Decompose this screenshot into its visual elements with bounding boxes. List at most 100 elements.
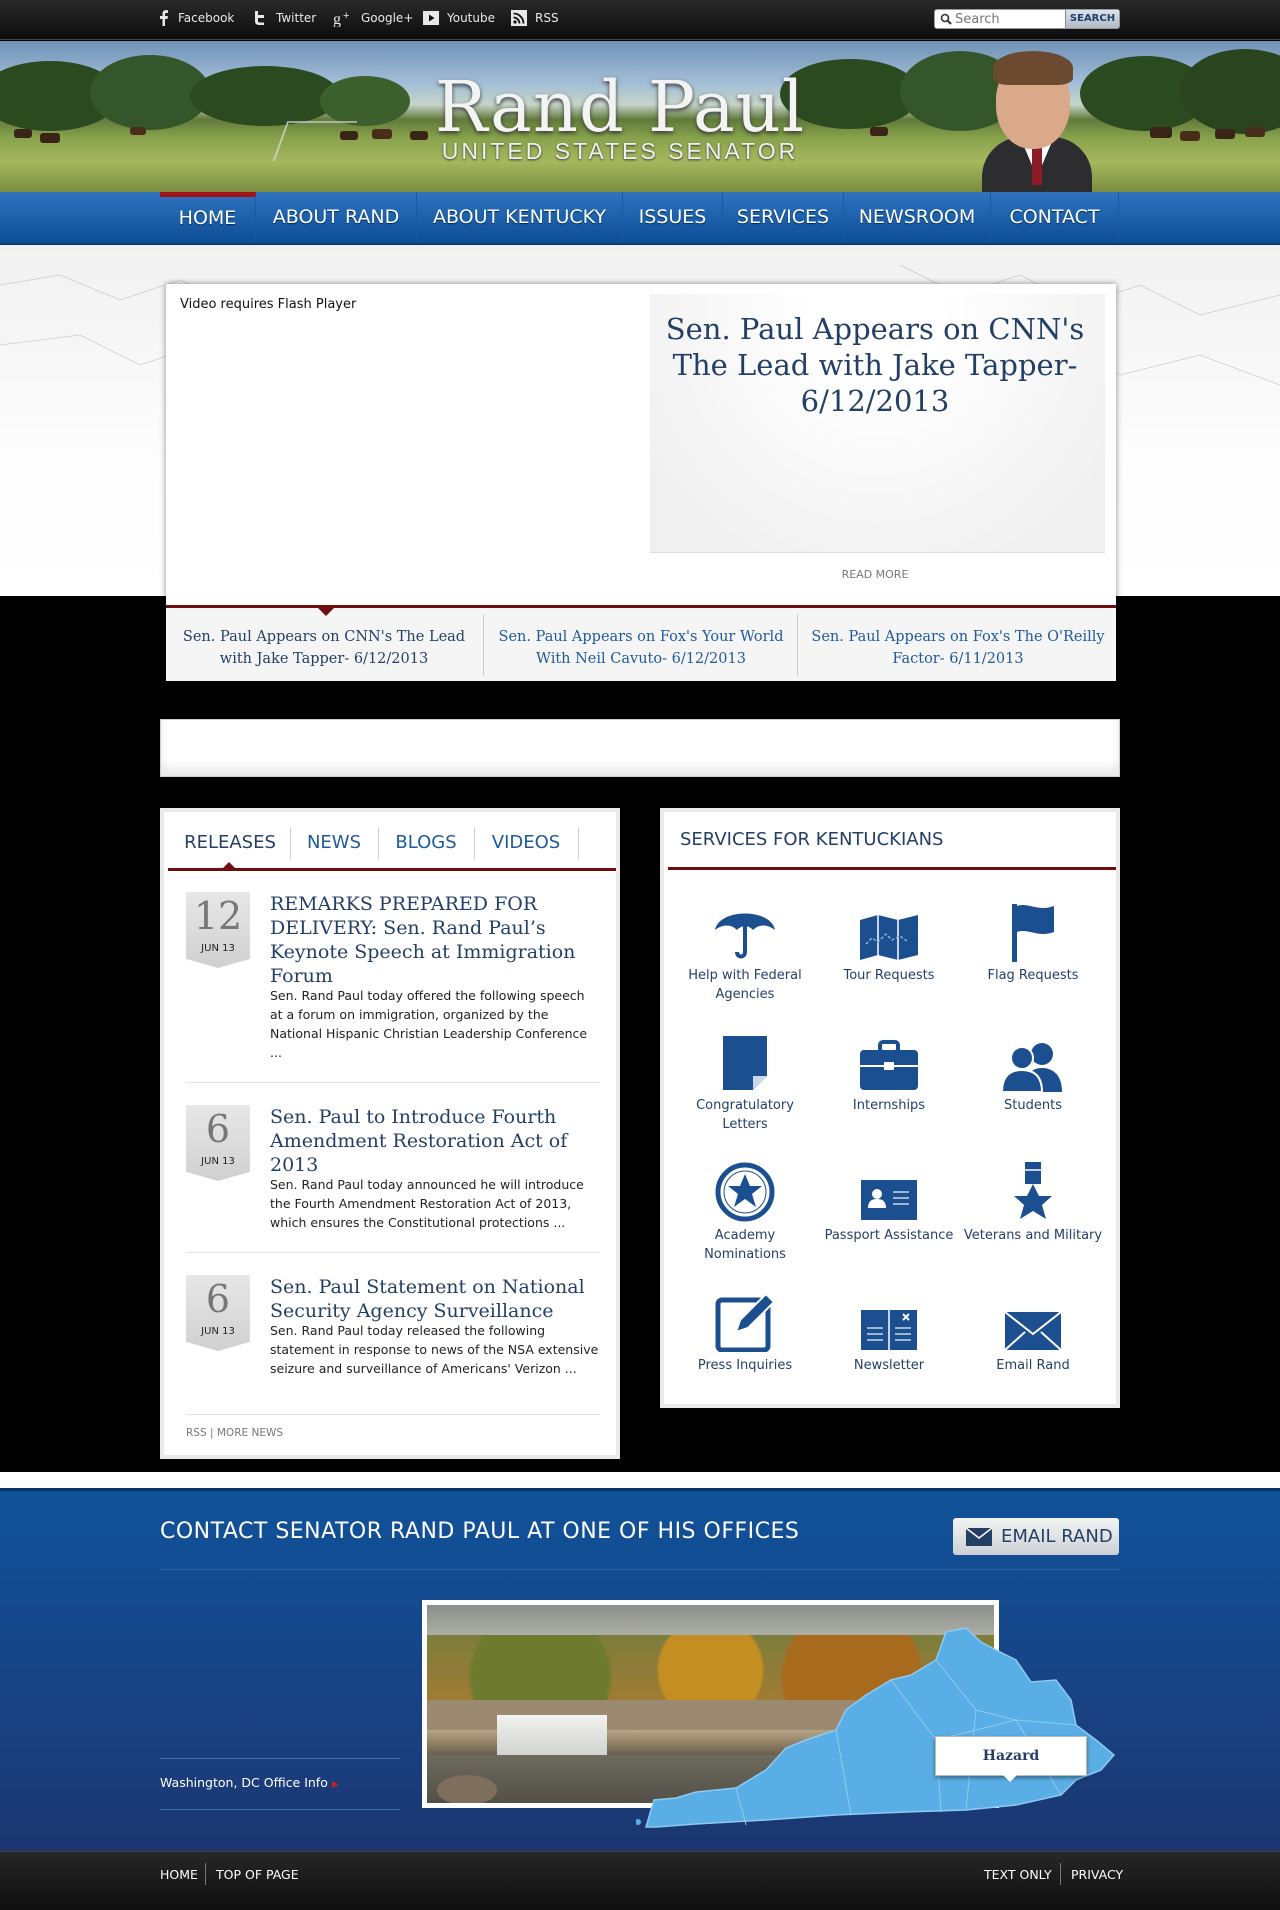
divider (1060, 1863, 1061, 1885)
footer-privacy-link[interactable]: PRIVACY (1071, 1867, 1123, 1882)
social-label: Twitter (276, 11, 317, 25)
news-item-summary: Sen. Rand Paul today offered the followi… (270, 988, 588, 1060)
office-map-label[interactable]: Hazard (935, 1736, 1087, 1776)
site-subtitle: UNITED STATES SENATOR (441, 138, 799, 164)
nav-about-rand[interactable]: ABOUT RAND (256, 192, 417, 243)
service-label: Congratulatory Letters (696, 1098, 794, 1132)
date-month: JUN 13 (201, 1326, 235, 1337)
date-day: 6 (205, 1277, 231, 1321)
service-federal-agencies[interactable]: Help with Federal Agencies (675, 892, 815, 1004)
footer-home-link[interactable]: HOME (160, 1867, 198, 1882)
more-news-link[interactable]: MORE NEWS (217, 1427, 283, 1439)
email-rand-button[interactable]: EMAIL RAND (953, 1518, 1119, 1555)
news-item-title[interactable]: Sen. Paul to Introduce Fourth Amendment … (270, 1105, 600, 1177)
nav-services[interactable]: SERVICES (723, 192, 844, 243)
tab-videos[interactable]: VIDEOS (474, 823, 578, 863)
nav-home[interactable]: HOME (160, 192, 256, 243)
flag-icon (1012, 904, 1054, 962)
tab-blogs[interactable]: BLOGS (378, 823, 474, 863)
date-badge: 6 JUN 13 (186, 1275, 250, 1351)
contact-title: CONTACT SENATOR RAND PAUL AT ONE OF HIS … (160, 1519, 800, 1544)
arrow-right-icon: ▶ (331, 1780, 339, 1790)
service-internships[interactable]: Internships (819, 1022, 959, 1115)
divider (186, 1414, 600, 1415)
social-link-google-plus[interactable]: g + Google+ (333, 0, 413, 36)
news-item-summary: Sen. Rand Paul today released the follow… (270, 1323, 599, 1376)
main-nav: HOME ABOUT RAND ABOUT KENTUCKY ISSUES SE… (0, 192, 1280, 245)
news-footer-links: RSS | MORE NEWS (186, 1427, 283, 1439)
top-bar: Facebook Twitter g + Google+ Youtube RSS … (0, 0, 1280, 40)
google-plus-icon: g + (333, 10, 349, 27)
social-link-youtube[interactable]: Youtube (423, 0, 495, 36)
nav-contact[interactable]: CONTACT (991, 192, 1119, 243)
rss-icon (511, 10, 527, 26)
kentucky-map[interactable] (636, 1620, 1120, 1830)
nav-newsroom[interactable]: NEWSROOM (844, 192, 991, 243)
social-label: RSS (535, 11, 559, 25)
services-panel: SERVICES FOR KENTUCKIANS Help with Feder… (660, 808, 1120, 1408)
social-link-twitter[interactable]: Twitter (252, 0, 316, 36)
feature-tab-3[interactable]: Sen. Paul Appears on Fox's The O'Reilly … (800, 626, 1116, 670)
facebook-icon (160, 10, 168, 26)
svg-text:+: + (343, 10, 349, 22)
service-email-rand[interactable]: Email Rand (963, 1282, 1103, 1375)
umbrella-icon (715, 913, 775, 959)
service-press-inquiries[interactable]: Press Inquiries (675, 1282, 815, 1375)
senator-portrait (960, 41, 1110, 192)
date-month: JUN 13 (201, 1156, 235, 1167)
divider (797, 614, 798, 676)
service-newsletter[interactable]: Newsletter (819, 1282, 959, 1375)
tab-releases[interactable]: RELEASES (182, 823, 278, 863)
service-label: Press Inquiries (697, 1358, 793, 1373)
date-badge: 6 JUN 13 (186, 1105, 250, 1181)
feature-tab-1[interactable]: Sen. Paul Appears on CNN's The Lead with… (166, 626, 482, 670)
news-item-title[interactable]: Sen. Paul Statement on National Security… (270, 1275, 600, 1323)
search-box: SEARCH (934, 9, 1120, 29)
letter-icon (723, 1036, 767, 1090)
social-link-facebook[interactable]: Facebook (158, 0, 234, 36)
nav-about-kentucky[interactable]: ABOUT KENTUCKY (417, 192, 623, 243)
link-separator: | (209, 1427, 214, 1439)
newsletter-icon (861, 1310, 917, 1350)
service-label: Veterans and Military (963, 1228, 1103, 1243)
divider (160, 1809, 400, 1810)
divider (160, 1758, 400, 1759)
nav-issues[interactable]: ISSUES (623, 192, 723, 243)
service-flag-requests[interactable]: Flag Requests (963, 892, 1103, 985)
students-icon (1000, 1043, 1062, 1092)
office-info-link[interactable]: Washington, DC Office Info ▶ (160, 1775, 339, 1790)
footer-top-link[interactable]: TOP OF PAGE (216, 1867, 299, 1882)
date-day: 6 (205, 1107, 231, 1151)
news-panel: RELEASES NEWS BLOGS VIDEOS 12 JUN 13 REM… (160, 808, 620, 1459)
service-tour-requests[interactable]: Tour Requests (819, 892, 959, 985)
search-button[interactable]: SEARCH (1065, 10, 1119, 28)
search-input[interactable] (955, 11, 1077, 27)
youtube-icon (423, 11, 439, 25)
service-academy-nominations[interactable]: Academy Nominations (675, 1152, 815, 1264)
feature-title[interactable]: Sen. Paul Appears on CNN's The Lead with… (660, 311, 1090, 419)
briefcase-icon (860, 1040, 918, 1090)
read-more-link[interactable]: READ MORE (650, 568, 1100, 581)
passport-icon (861, 1180, 917, 1220)
service-veterans-military[interactable]: Veterans and Military (963, 1152, 1103, 1245)
feature-tab-2[interactable]: Sen. Paul Appears on Fox's Your World Wi… (483, 626, 799, 670)
site-title: Rand Paul (434, 66, 806, 148)
video-player[interactable]: Video requires Flash Player (180, 297, 356, 312)
envelope-icon (965, 1527, 993, 1546)
social-link-rss[interactable]: RSS (511, 0, 559, 36)
service-label: Passport Assistance (824, 1228, 954, 1243)
tab-news[interactable]: NEWS (290, 823, 378, 863)
rss-link[interactable]: RSS (186, 1427, 207, 1439)
service-congratulatory-letters[interactable]: Congratulatory Letters (675, 1022, 815, 1134)
date-month: JUN 13 (201, 943, 235, 954)
services-title: SERVICES FOR KENTUCKIANS (680, 829, 944, 850)
footer-text-only-link[interactable]: TEXT ONLY (984, 1867, 1052, 1882)
service-label: Help with Federal Agencies (688, 968, 802, 1002)
divider (650, 552, 1105, 553)
star-icon (715, 1162, 775, 1222)
service-passport-assistance[interactable]: Passport Assistance (819, 1152, 959, 1245)
divider (186, 1252, 600, 1253)
service-students[interactable]: Students (963, 1022, 1103, 1115)
pencil-icon (715, 1292, 776, 1352)
news-item-title[interactable]: REMARKS PREPARED FOR DELIVERY: Sen. Rand… (270, 892, 600, 988)
